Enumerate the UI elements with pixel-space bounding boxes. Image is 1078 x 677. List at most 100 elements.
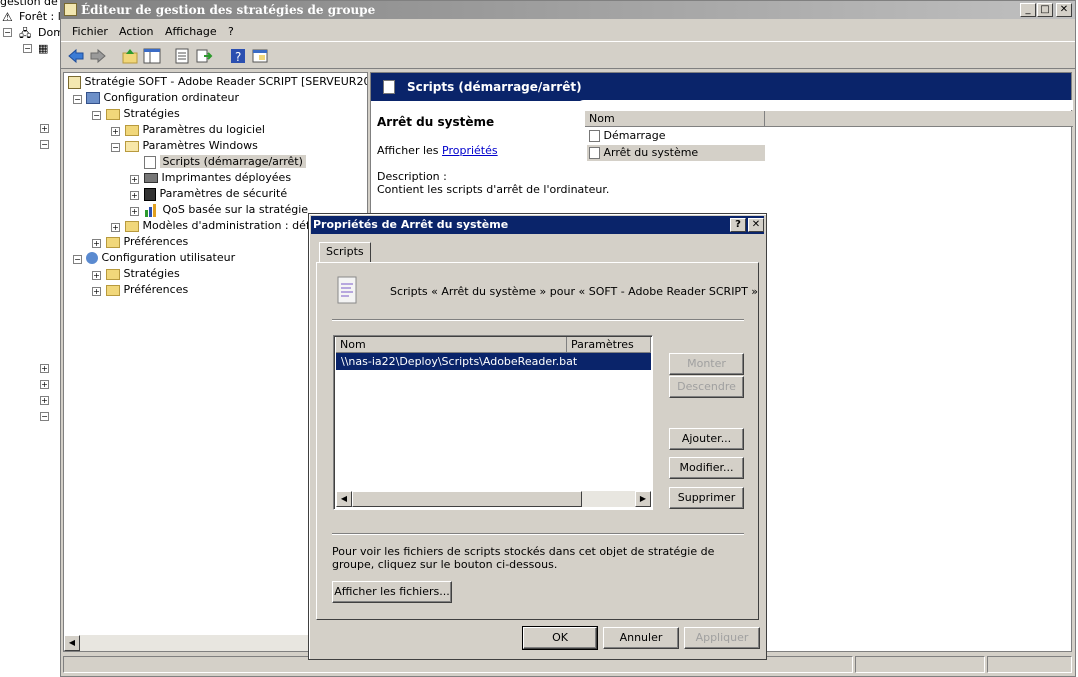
collapse-icon[interactable]: − [73, 255, 82, 264]
tree-scripts[interactable]: Scripts (démarrage/arrêt) [144, 154, 306, 170]
back-icon[interactable] [67, 47, 85, 65]
up-folder-icon[interactable] [121, 47, 139, 65]
tree-policies[interactable]: Stratégies [106, 106, 180, 122]
expand-icon[interactable]: − [40, 412, 49, 421]
scripts-column-name[interactable]: Nom [336, 337, 567, 353]
move-up-button[interactable]: Monter [669, 353, 744, 375]
expand-icon[interactable]: − [23, 44, 32, 53]
tab-scripts-label: Scripts [326, 245, 364, 258]
scroll-right-icon[interactable]: ▶ [635, 491, 651, 507]
expand-icon[interactable]: + [40, 124, 49, 133]
tree-printers-label: Imprimantes déployées [161, 171, 292, 184]
description-label: Description : [377, 170, 447, 183]
expand-icon[interactable]: − [3, 28, 12, 37]
menu-help[interactable]: ? [228, 25, 234, 38]
tree-computer-config[interactable]: Configuration ordinateur [86, 90, 239, 106]
expand-icon[interactable]: + [130, 191, 139, 200]
menu-action[interactable]: Action [119, 25, 153, 38]
folder-icon [106, 108, 120, 120]
tree-software-settings[interactable]: Paramètres du logiciel [125, 122, 265, 138]
tree-windows-settings[interactable]: Paramètres Windows [125, 138, 258, 154]
menu-fichier[interactable]: Fichier [72, 25, 108, 38]
menu-affichage[interactable]: Affichage [165, 25, 217, 38]
scripts-hscrollbar[interactable]: ◀ ▶ [336, 491, 651, 507]
ok-button[interactable]: OK [522, 626, 598, 650]
collapse-icon[interactable]: − [92, 111, 101, 120]
sites-icon: ▦ [38, 42, 49, 55]
show-files-button[interactable]: Afficher les fichiers... [332, 581, 452, 603]
list-item-startup[interactable]: Démarrage [589, 129, 666, 142]
script-doc-icon [337, 276, 357, 304]
tree-admin-templates[interactable]: Modèles d'administration : définitic [125, 218, 336, 234]
expand-icon[interactable]: + [40, 364, 49, 373]
expand-icon[interactable]: + [130, 175, 139, 184]
collapse-icon[interactable]: − [73, 95, 82, 104]
scripts-column-params[interactable]: Paramètres [567, 337, 651, 353]
properties-link[interactable]: Propriétés [442, 144, 498, 157]
expand-icon[interactable]: + [92, 239, 101, 248]
tree-user-preferences-label: Préférences [123, 283, 189, 296]
column-header-name[interactable]: Nom [585, 111, 765, 127]
tree-security[interactable]: Paramètres de sécurité [144, 186, 287, 202]
tree-computer-config-label: Configuration ordinateur [103, 91, 239, 104]
add-button[interactable]: Ajouter... [669, 428, 744, 450]
properties-icon[interactable] [173, 47, 191, 65]
dialog-help-button[interactable]: ? [730, 218, 746, 232]
tree-root[interactable]: Stratégie SOFT - Adobe Reader SCRIPT [SE… [68, 74, 368, 90]
collapse-icon[interactable]: − [111, 143, 120, 152]
maximize-button[interactable]: □ [1037, 3, 1053, 17]
tree-windows-settings-label: Paramètres Windows [142, 139, 258, 152]
cancel-button[interactable]: Annuler [603, 627, 679, 649]
remove-button[interactable]: Supprimer [669, 487, 744, 509]
forward-icon[interactable] [89, 47, 107, 65]
script-icon [589, 147, 600, 159]
expand-icon[interactable]: + [92, 271, 101, 280]
domain-icon: 🖧 [19, 27, 32, 40]
tree-printers[interactable]: Imprimantes déployées [144, 170, 291, 186]
help-icon[interactable]: ? [229, 47, 247, 65]
tab-scripts[interactable]: Scripts [319, 242, 371, 262]
expand-icon[interactable]: + [40, 380, 49, 389]
expand-icon[interactable]: + [111, 127, 120, 136]
tree-qos[interactable]: QoS basée sur la stratégie [144, 202, 308, 218]
apply-button[interactable]: Appliquer [684, 627, 760, 649]
tree-user-policies[interactable]: Stratégies [106, 266, 180, 282]
status-cell-2 [855, 656, 985, 673]
description-text: Contient les scripts d'arrêt de l'ordina… [377, 183, 610, 196]
tree-user-config[interactable]: Configuration utilisateur [86, 250, 235, 266]
move-down-button[interactable]: Descendre [669, 376, 744, 398]
computer-icon [86, 92, 100, 104]
gpo-icon [68, 75, 81, 89]
expand-icon[interactable]: + [130, 207, 139, 216]
expand-icon[interactable]: − [40, 140, 49, 149]
warning-icon: ⚠ [2, 10, 13, 24]
expand-icon[interactable]: + [92, 287, 101, 296]
script-row[interactable]: \\nas-ia22\Deploy\Scripts\AdobeReader.ba… [336, 353, 651, 370]
show-hide-tree-icon[interactable] [143, 47, 161, 65]
scripts-listbox[interactable]: Nom Paramètres \\nas-ia22\Deploy\Scripts… [333, 335, 653, 510]
tree-preferences[interactable]: Préférences [106, 234, 188, 250]
scroll-left-icon[interactable]: ◀ [336, 491, 352, 507]
background-console: gestion de s ⚠ Forêt : l − 🖧 Dom − ▦ + −… [0, 0, 60, 677]
bg-console-title: gestion de s [0, 0, 60, 8]
tree-software-settings-label: Paramètres du logiciel [142, 123, 265, 136]
dialog-close-button[interactable]: ✕ [748, 218, 764, 232]
edit-button[interactable]: Modifier... [669, 457, 744, 479]
scroll-thumb[interactable] [352, 491, 582, 507]
list-item-shutdown[interactable]: Arrêt du système [587, 145, 765, 161]
script-icon [589, 130, 600, 142]
view-icon[interactable] [251, 47, 269, 65]
tree-policies-label: Stratégies [123, 107, 180, 120]
header-curve [576, 100, 1073, 110]
tree-user-preferences[interactable]: Préférences [106, 282, 188, 298]
column-header-name-label: Nom [589, 112, 615, 125]
bg-domain-label: Dom [38, 26, 60, 39]
folder-icon [125, 124, 139, 136]
close-button[interactable]: ✕ [1056, 3, 1072, 17]
minimize-button[interactable]: _ [1020, 3, 1036, 17]
export-icon[interactable] [195, 47, 213, 65]
expand-icon[interactable]: + [111, 223, 120, 232]
tree-root-label: Stratégie SOFT - Adobe Reader SCRIPT [SE… [84, 75, 368, 88]
expand-icon[interactable]: + [40, 396, 49, 405]
scroll-left-icon[interactable]: ◀ [64, 635, 80, 651]
